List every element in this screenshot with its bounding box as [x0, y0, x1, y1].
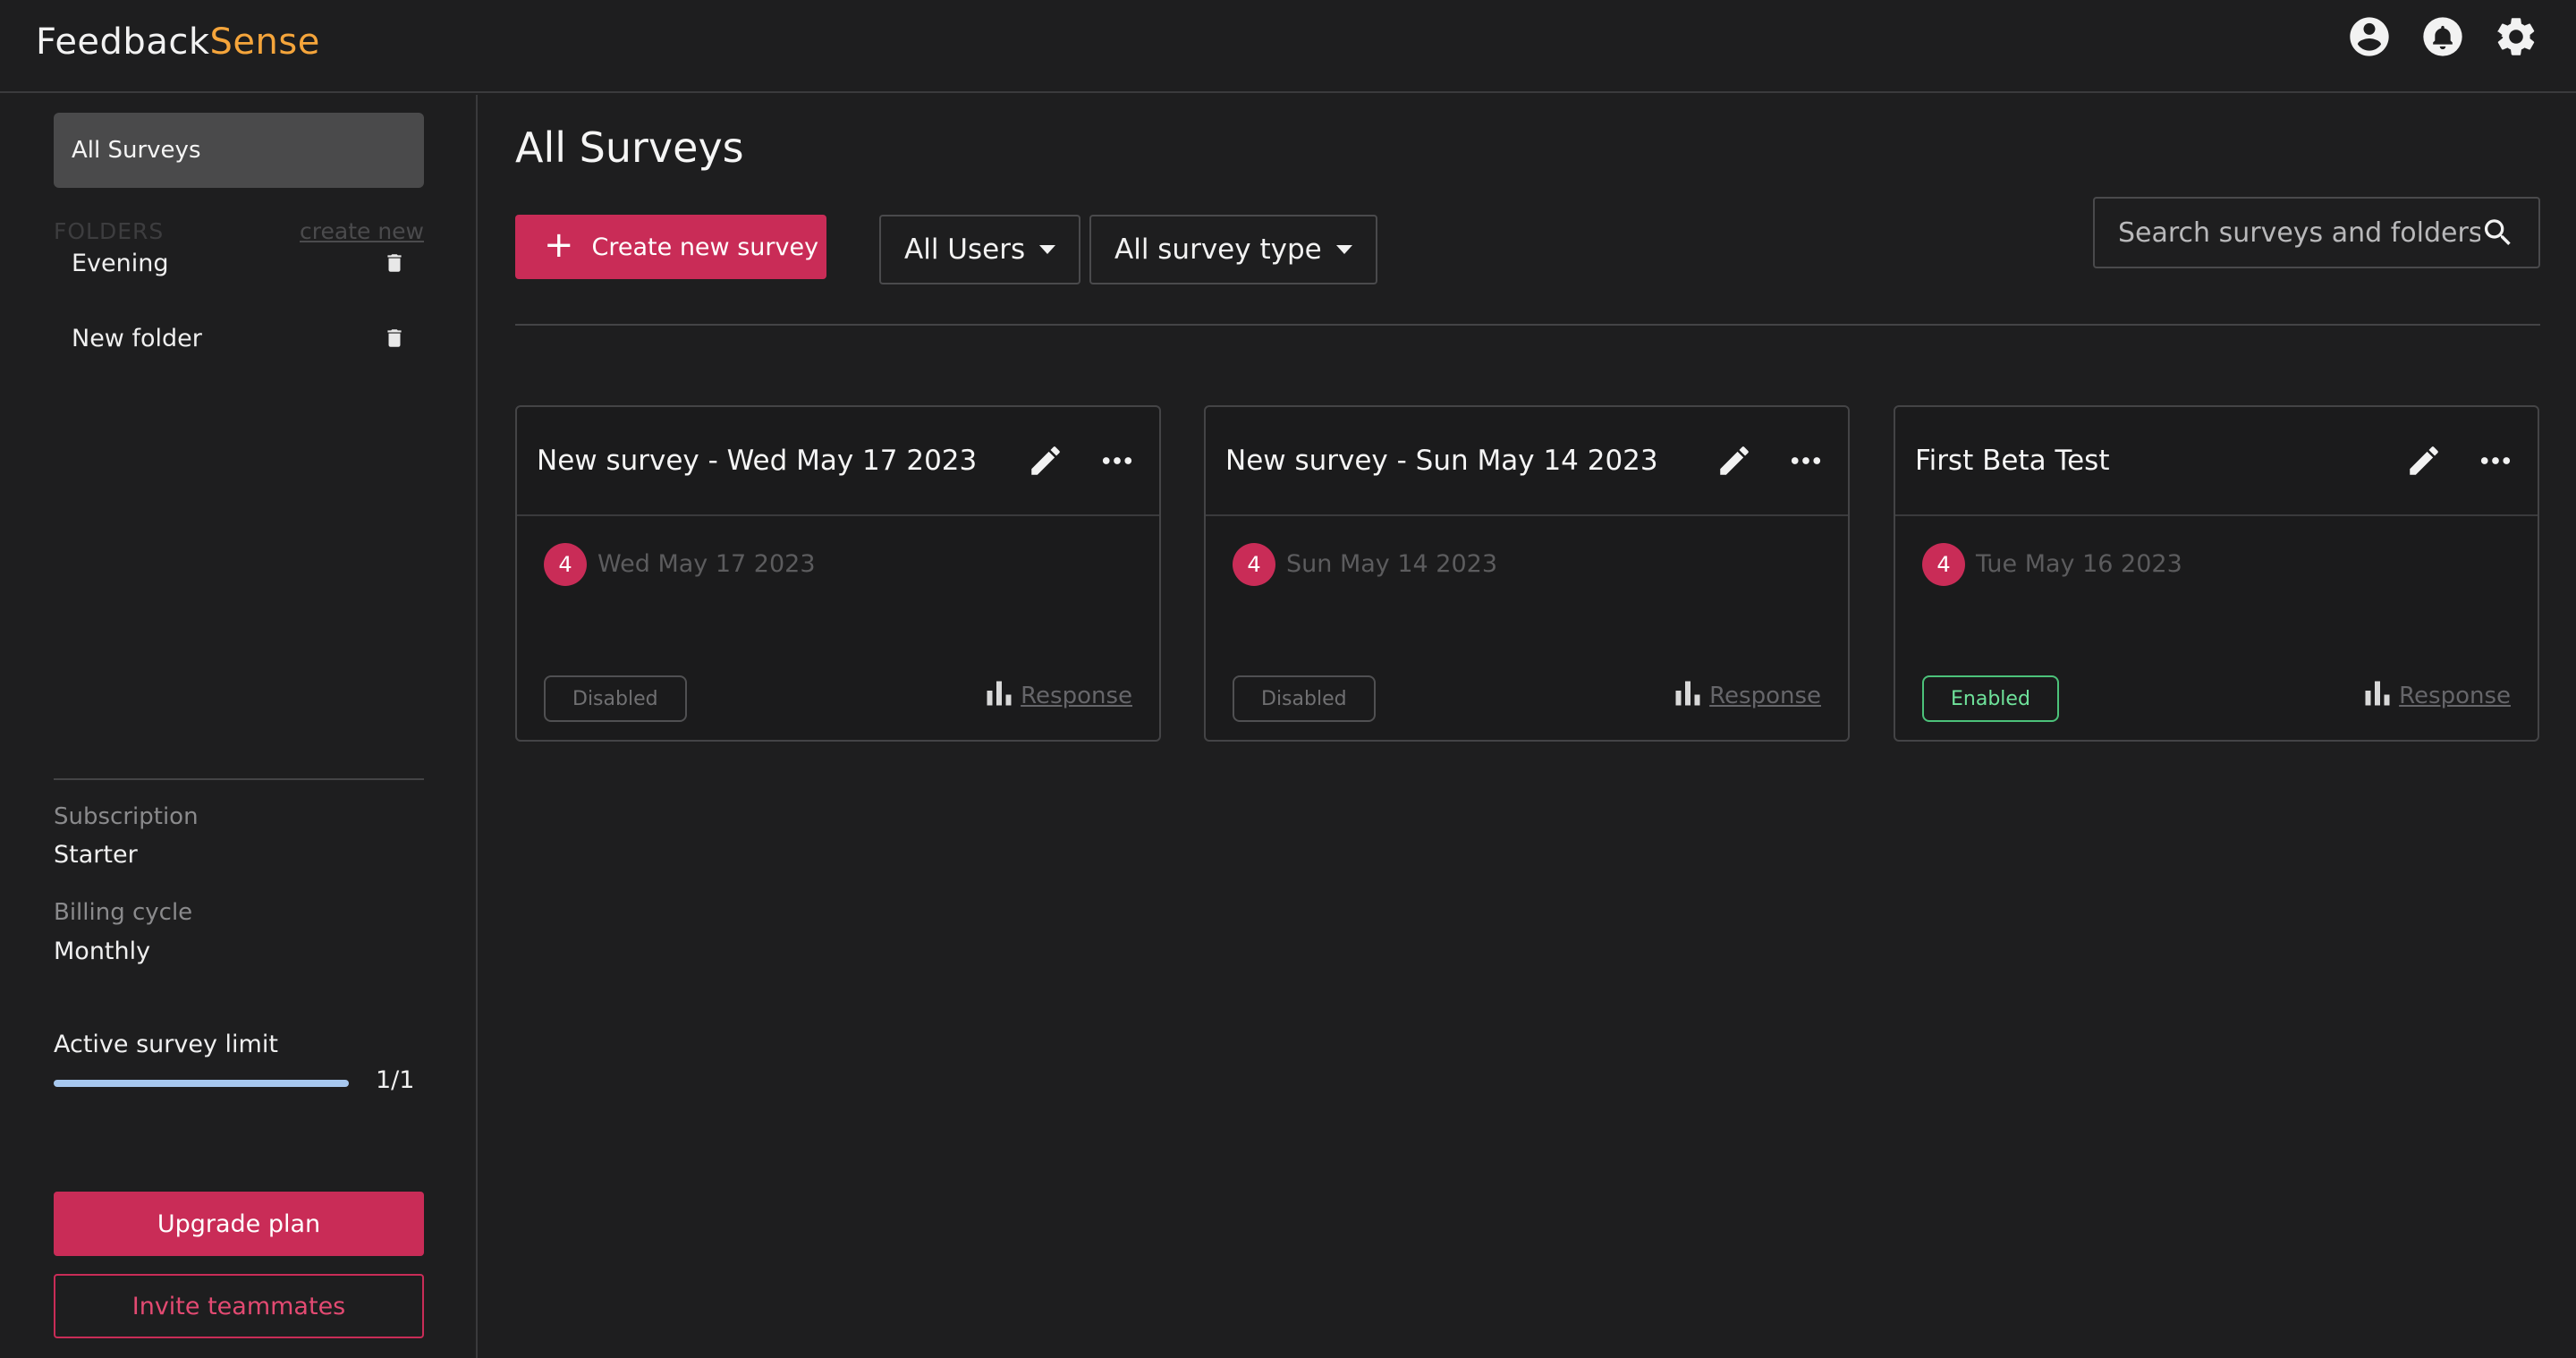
bar-chart-icon [2365, 681, 2390, 706]
card-body: 4 Sun May 14 2023 Disabled Response [1206, 516, 1848, 742]
billing-cycle-value: Monthly [54, 938, 151, 965]
create-survey-button[interactable]: + Create new survey [515, 215, 826, 279]
status-badge[interactable]: Disabled [544, 675, 687, 722]
response-link[interactable]: Response [2361, 677, 2511, 709]
card-actions [1712, 438, 1828, 483]
sidebar-item-all-surveys[interactable]: All Surveys [54, 113, 424, 188]
users-filter-value: All Users [904, 233, 1026, 266]
survey-card[interactable]: First Beta Test 4 Tue May 16 2023 Enable… [1894, 405, 2539, 742]
card-actions [2402, 438, 2518, 483]
upgrade-plan-button[interactable]: Upgrade plan [54, 1192, 424, 1256]
survey-date: Tue May 16 2023 [1976, 550, 2182, 578]
folder-label: Evening [72, 249, 169, 277]
gear-icon[interactable] [2492, 13, 2540, 61]
edit-pencil-icon[interactable] [1712, 438, 1757, 483]
trash-icon[interactable] [383, 327, 406, 350]
subscription-label: Subscription [54, 803, 199, 830]
response-label: Response [1709, 683, 1821, 709]
active-survey-limit-label: Active survey limit [54, 1031, 278, 1058]
status-badge[interactable]: Disabled [1233, 675, 1376, 722]
question-count-badge: 4 [1233, 543, 1275, 586]
folder-item-evening[interactable]: Evening [54, 236, 424, 290]
users-filter-dropdown[interactable]: All Users [879, 215, 1081, 284]
response-link[interactable]: Response [1672, 677, 1821, 709]
subscription-value: Starter [54, 841, 138, 869]
survey-title[interactable]: First Beta Test [1915, 445, 2109, 477]
app-logo[interactable]: FeedbackSense [36, 20, 320, 64]
billing-cycle-label: Billing cycle [54, 899, 193, 926]
survey-limit-progress-fill [54, 1080, 349, 1087]
trash-icon[interactable] [383, 251, 406, 275]
page-title: All Surveys [515, 123, 744, 172]
survey-date: Wed May 17 2023 [597, 550, 816, 578]
survey-date: Sun May 14 2023 [1286, 550, 1497, 578]
top-bar: FeedbackSense [0, 0, 2576, 93]
create-survey-label: Create new survey [591, 233, 819, 261]
logo-main: Feedback [36, 21, 210, 63]
survey-type-filter-dropdown[interactable]: All survey type [1089, 215, 1377, 284]
edit-pencil-icon[interactable] [2402, 438, 2446, 483]
chevron-down-icon [1039, 245, 1056, 254]
card-body: 4 Tue May 16 2023 Enabled Response [1895, 516, 2538, 742]
response-label: Response [1021, 683, 1132, 709]
card-header: New survey - Wed May 17 2023 [517, 407, 1159, 516]
question-count-badge: 4 [1922, 543, 1965, 586]
search-icon[interactable] [2480, 215, 2515, 250]
folder-item-new-folder[interactable]: New folder [54, 311, 424, 365]
more-options-icon[interactable] [1784, 438, 1828, 483]
bar-chart-icon [987, 681, 1012, 706]
invite-teammates-button[interactable]: Invite teammates [54, 1274, 424, 1338]
account-circle-icon[interactable] [2345, 13, 2394, 61]
survey-title[interactable]: New survey - Wed May 17 2023 [537, 445, 977, 477]
edit-pencil-icon[interactable] [1023, 438, 1068, 483]
card-header: First Beta Test [1895, 407, 2538, 516]
bar-chart-icon [1675, 681, 1700, 706]
card-header: New survey - Sun May 14 2023 [1206, 407, 1848, 516]
card-actions [1023, 438, 1140, 483]
response-link[interactable]: Response [983, 677, 1132, 709]
survey-limit-count: 1/1 [376, 1066, 415, 1094]
question-count-badge: 4 [544, 543, 587, 586]
response-label: Response [2399, 683, 2511, 709]
plus-icon: + [544, 225, 574, 266]
main-divider [515, 324, 2540, 326]
top-icons [2345, 13, 2540, 61]
search-input[interactable] [2118, 216, 2480, 249]
more-options-icon[interactable] [2473, 438, 2518, 483]
folder-label: New folder [72, 324, 202, 352]
survey-type-filter-value: All survey type [1114, 233, 1322, 266]
survey-limit-progress [54, 1080, 349, 1087]
survey-card[interactable]: New survey - Wed May 17 2023 4 Wed May 1… [515, 405, 1161, 742]
sidebar-divider [54, 778, 424, 780]
status-badge[interactable]: Enabled [1922, 675, 2059, 722]
survey-card[interactable]: New survey - Sun May 14 2023 4 Sun May 1… [1204, 405, 1850, 742]
survey-title[interactable]: New survey - Sun May 14 2023 [1225, 445, 1658, 477]
sidebar: All Surveys FOLDERS create new Evening N… [0, 95, 478, 1358]
bell-icon[interactable] [2419, 13, 2467, 61]
card-body: 4 Wed May 17 2023 Disabled Response [517, 516, 1159, 742]
logo-accent: Sense [209, 21, 320, 63]
chevron-down-icon [1335, 245, 1352, 254]
search-box [2093, 197, 2540, 268]
more-options-icon[interactable] [1095, 438, 1140, 483]
